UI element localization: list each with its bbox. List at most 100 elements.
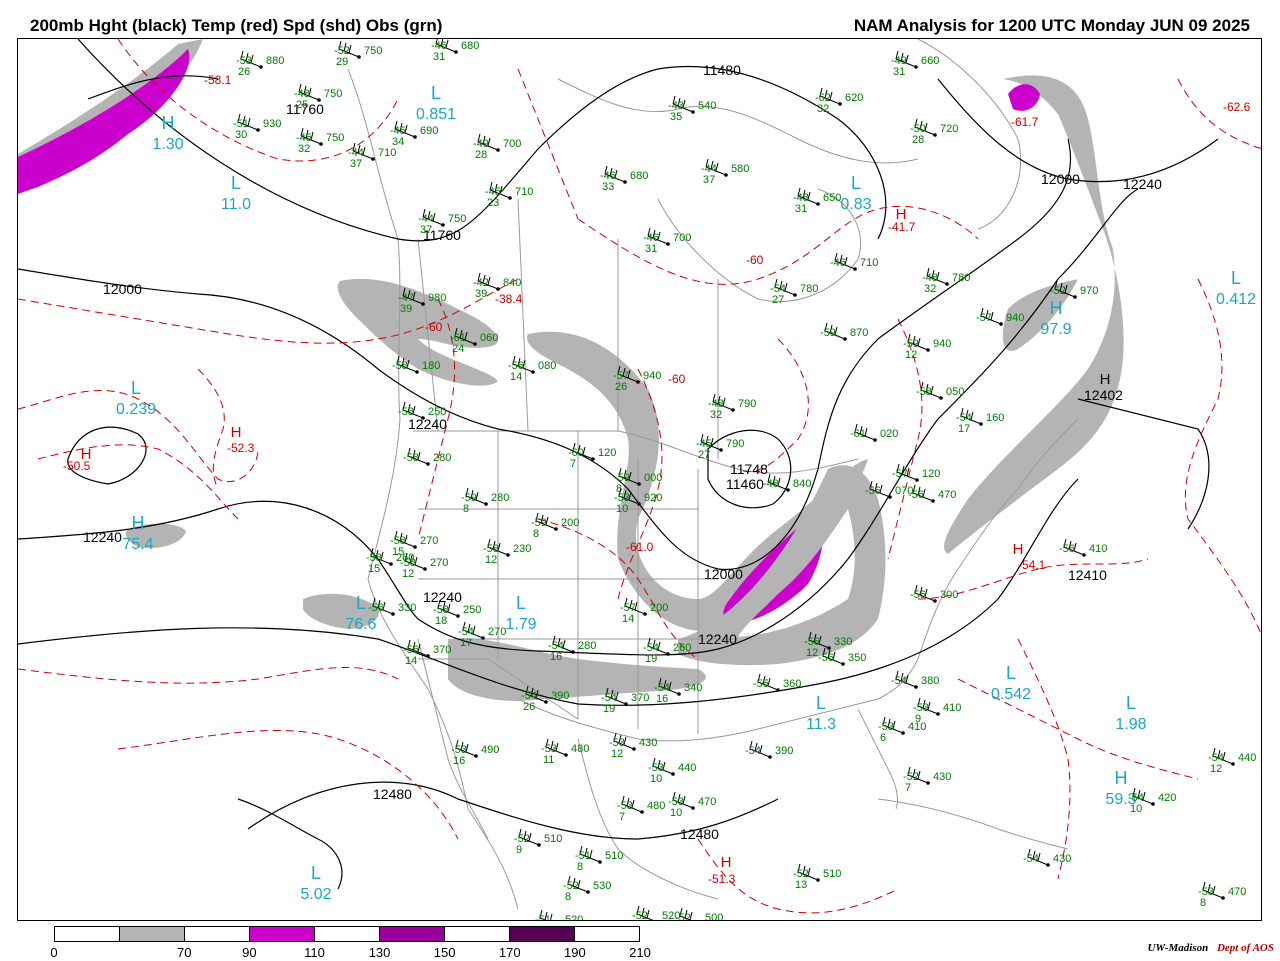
- temperature-label: -38.4: [495, 292, 523, 306]
- obs-dewpoint-depression: 30: [235, 129, 247, 141]
- station-observation: -45 71023: [485, 181, 533, 209]
- station-observation: -53 48011: [541, 738, 589, 766]
- obs-dewpoint-depression: 13: [795, 879, 807, 891]
- obs-dewpoint-depression: 16: [656, 693, 668, 705]
- obs-height: 430: [933, 771, 951, 783]
- station-observation: -52 5308: [563, 875, 611, 903]
- temperature-label: -54.1: [1018, 558, 1046, 572]
- obs-height: 580: [731, 163, 749, 175]
- station-observation: -51 93030: [233, 113, 281, 141]
- obs-height: 230: [513, 543, 531, 555]
- center-value: 0.412: [1216, 291, 1256, 308]
- legend-tick-label: 210: [629, 945, 651, 960]
- legend-swatch: [185, 927, 250, 941]
- center-letter: L: [1006, 663, 1016, 683]
- station-observation: -53 44010: [648, 757, 696, 785]
- pressure-center-letter: H: [721, 854, 732, 871]
- obs-height: 050: [946, 386, 964, 398]
- center-letter: H: [162, 113, 175, 133]
- obs-dewpoint-depression: 11: [543, 754, 554, 766]
- center-value: 1.98: [1115, 716, 1146, 733]
- obs-dewpoint-depression: 33: [602, 181, 614, 193]
- obs-dewpoint-depression: 32: [298, 143, 310, 155]
- station-observation: -55 360: [753, 673, 801, 692]
- station-observation: -52 520: [632, 905, 680, 921]
- station-observation: -59 870: [820, 322, 868, 341]
- station-observation: -51 520: [535, 909, 583, 920]
- temp-contour-4: [37, 444, 239, 520]
- obs-dewpoint-depression: 24: [452, 343, 464, 355]
- center-letter: L: [431, 83, 441, 103]
- station-observation: -58 050: [916, 381, 964, 400]
- height-label: 12240: [1123, 176, 1162, 192]
- obs-height: 980: [428, 292, 446, 304]
- legend-swatch: [250, 927, 315, 941]
- station-observation: -49 70028: [473, 133, 521, 161]
- station-observation: -46 68033: [600, 165, 648, 193]
- obs-temperature: -48: [763, 478, 779, 490]
- station-observation: -45 79027: [696, 433, 744, 461]
- obs-temperature: -54: [745, 745, 761, 757]
- obs-height: 840: [503, 277, 521, 289]
- pressure-center-letter: H: [81, 446, 92, 463]
- legend-swatch: [55, 927, 120, 941]
- obs-dewpoint-depression: 23: [487, 197, 499, 209]
- height-label: 12240: [423, 589, 462, 605]
- legend-tick-label: 190: [564, 945, 586, 960]
- station-observation: -56 070: [865, 480, 913, 499]
- height-label: 11480: [703, 62, 741, 78]
- obs-height: 420: [1158, 792, 1176, 804]
- station-observation: -54 42010: [1128, 787, 1176, 815]
- legend-swatch: [380, 927, 445, 941]
- center-value: 5.02: [300, 886, 331, 903]
- height-label: 12480: [373, 786, 412, 802]
- obs-height: 410: [943, 702, 961, 714]
- temperature-label: -61.7: [1011, 115, 1039, 129]
- obs-temperature: -52: [632, 910, 648, 921]
- temp-contour-7: [577, 205, 979, 285]
- station-observation: -56 08014: [508, 355, 556, 383]
- legend-tick-label: 130: [368, 945, 391, 960]
- obs-dewpoint-depression: 35: [670, 111, 682, 123]
- temperature-label: -52.3: [227, 441, 255, 455]
- obs-dewpoint-depression: 31: [893, 66, 905, 78]
- obs-dewpoint-depression: 10: [1130, 803, 1142, 815]
- obs-dewpoint-depression: 12: [402, 568, 414, 580]
- temperature-label: -60: [668, 372, 686, 386]
- obs-height: 720: [940, 123, 958, 135]
- obs-height: 480: [647, 800, 665, 812]
- center-letter: L: [231, 173, 241, 193]
- obs-temperature: -46: [830, 257, 846, 269]
- obs-height: 080: [538, 360, 556, 372]
- center-value: 0.83: [840, 196, 871, 213]
- obs-height: 000: [644, 472, 662, 484]
- obs-dewpoint-depression: 8: [565, 891, 571, 903]
- obs-dewpoint-depression: 32: [817, 103, 829, 115]
- obs-height: 280: [578, 640, 596, 652]
- obs-dewpoint-depression: 8: [577, 861, 583, 873]
- legend-swatch: [510, 927, 575, 941]
- obs-height: 260: [396, 552, 414, 564]
- center-label-layer: L 0.851 H 1.30 L 11.0 L 0.83 L 0.412 H 97.9 L 0.239 H 7…: [116, 83, 1256, 903]
- temp-contour-5: [18, 667, 399, 684]
- obs-temperature: -56: [908, 489, 924, 501]
- wind-speed-legend: [54, 926, 640, 942]
- legend-tick-label: 170: [498, 945, 521, 960]
- obs-height: 250: [463, 604, 481, 616]
- legend-swatch: [120, 927, 185, 941]
- station-observation: -52 51013: [793, 863, 841, 891]
- obs-dewpoint-depression: 28: [475, 149, 487, 161]
- station-observation: -53 49016: [451, 739, 499, 767]
- obs-dewpoint-depression: 16: [453, 755, 465, 767]
- obs-temperature: -55: [753, 678, 769, 690]
- station-observation: -60 1207: [568, 442, 616, 470]
- height-label: 11460: [726, 476, 764, 492]
- center-value: 1.30: [152, 136, 183, 153]
- height-label: 12240: [83, 529, 122, 545]
- station-observation: -48 65031: [793, 187, 841, 215]
- station-observation: -54 390: [745, 740, 793, 759]
- obs-height: 180: [422, 360, 440, 372]
- obs-height: 940: [643, 370, 661, 382]
- arctic-islands: [557, 78, 919, 164]
- center-letter: H: [132, 513, 145, 533]
